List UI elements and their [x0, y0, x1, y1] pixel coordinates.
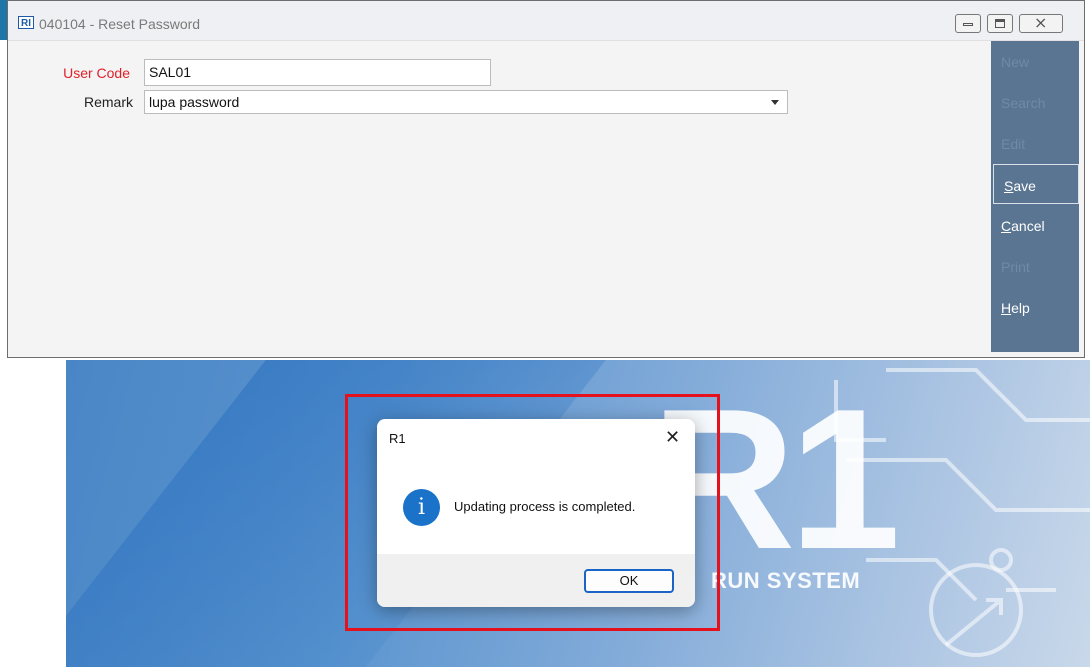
print-button[interactable]: Print [991, 246, 1079, 286]
search-button[interactable]: Search [991, 82, 1079, 122]
restore-icon [995, 19, 1005, 28]
window-title: 040104 - Reset Password [39, 16, 201, 32]
minimize-button[interactable] [955, 14, 981, 33]
message-dialog: R1 ✕ i Updating process is completed. OK [377, 419, 695, 607]
cancel-button-label: ancel [1011, 218, 1045, 234]
minimize-icon [963, 23, 973, 26]
remark-combobox[interactable]: lupa password [144, 90, 788, 114]
help-button[interactable]: Help [991, 287, 1079, 327]
action-toolbar: New Search Edit Save Cancel Print Help [991, 41, 1079, 352]
dialog-close-button[interactable]: ✕ [665, 427, 680, 448]
info-icon: i [403, 489, 440, 526]
dialog-message: Updating process is completed. [454, 499, 636, 514]
cancel-accelerator: C [1001, 218, 1012, 234]
user-code-label: User Code [63, 65, 130, 81]
reset-password-window: RI 040104 - Reset Password ⨯ User Code S… [7, 0, 1085, 358]
user-code-input[interactable]: SAL01 [144, 59, 491, 86]
remark-label: Remark [83, 94, 133, 110]
close-icon: ⨯ [1034, 13, 1048, 32]
edit-button[interactable]: Edit [991, 123, 1079, 163]
splash-circuit-graphic [834, 368, 1090, 657]
close-window-button[interactable]: ⨯ [1019, 13, 1063, 33]
save-button-label: ave [1013, 178, 1036, 194]
remark-value: lupa password [149, 94, 240, 110]
chevron-down-icon[interactable] [771, 100, 779, 105]
dialog-footer: OK [377, 554, 695, 607]
search-button-label: Search [1001, 95, 1046, 111]
new-button-label: New [1001, 54, 1030, 70]
app-logo-icon: RI [18, 16, 34, 29]
save-button[interactable]: Save [993, 164, 1079, 204]
edit-button-label: Edit [1001, 136, 1026, 152]
help-accelerator: H [1001, 300, 1012, 316]
dialog-title: R1 [389, 431, 406, 446]
new-button[interactable]: New [991, 41, 1079, 81]
maximize-button[interactable] [987, 14, 1013, 33]
ok-button[interactable]: OK [584, 569, 674, 593]
window-titlebar[interactable]: RI 040104 - Reset Password ⨯ [8, 1, 1084, 41]
save-accelerator: S [1004, 178, 1014, 194]
print-button-label: Print [1001, 259, 1030, 275]
cancel-button[interactable]: Cancel [991, 205, 1079, 245]
help-button-label: elp [1011, 300, 1030, 316]
